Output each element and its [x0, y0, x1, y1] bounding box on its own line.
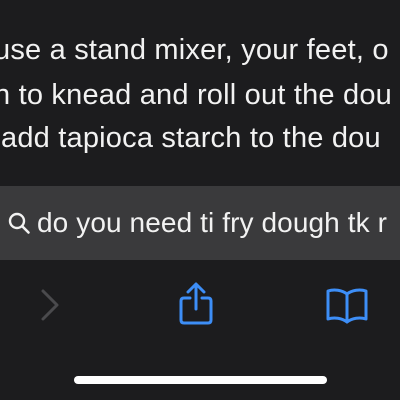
- home-indicator[interactable]: [74, 376, 327, 384]
- page-content: use a stand mixer, your feet, o n to kne…: [0, 0, 400, 183]
- text-line-3: add tapioca starch to the dou: [1, 122, 381, 154]
- book-icon[interactable]: [325, 286, 369, 324]
- search-icon: [8, 212, 30, 234]
- text-line-2: n to knead and roll out the dou: [0, 79, 392, 111]
- share-icon[interactable]: [176, 282, 216, 326]
- address-search-bar[interactable]: do you need ti fry dough tk r: [0, 186, 400, 260]
- browser-screen: use a stand mixer, your feet, o n to kne…: [0, 0, 400, 400]
- chevron-right-icon[interactable]: [34, 286, 64, 324]
- bottom-toolbar: [0, 260, 400, 400]
- search-query-text: do you need ti fry dough tk r: [37, 207, 388, 238]
- search-field[interactable]: do you need ti fry dough tk r: [0, 186, 387, 260]
- text-line-1: use a stand mixer, your feet, o: [0, 34, 389, 66]
